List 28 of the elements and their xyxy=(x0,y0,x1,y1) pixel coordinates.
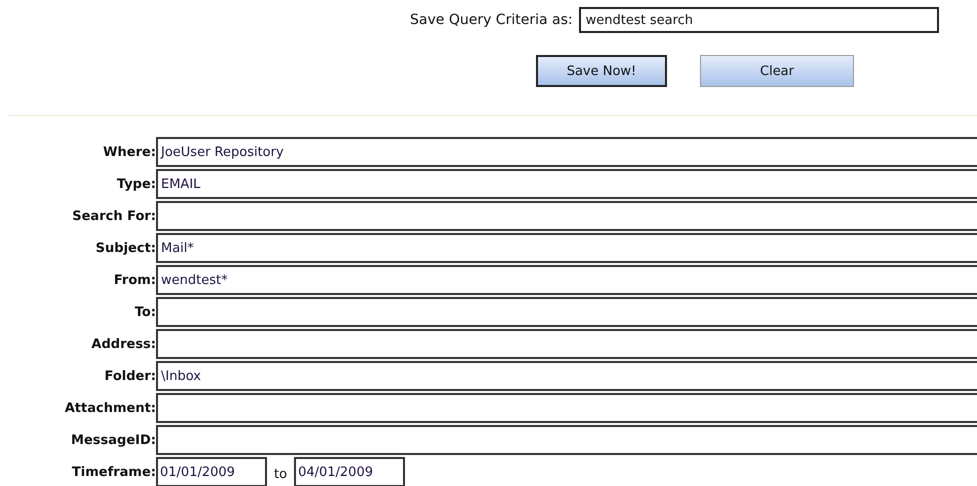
field-label: Attachment: xyxy=(64,400,156,416)
field-label: MessageID: xyxy=(70,432,156,448)
date-from-field[interactable]: 01/01/2009 xyxy=(156,457,267,486)
field-label: From: xyxy=(112,272,156,288)
query-name-field[interactable]: wendtest search xyxy=(578,7,939,33)
field-label: Search For: xyxy=(71,208,156,224)
criteria-field[interactable] xyxy=(156,297,977,327)
criteria-field[interactable] xyxy=(156,425,977,455)
field-label: Folder: xyxy=(104,368,156,384)
criteria-field[interactable]: Mail* xyxy=(156,233,977,263)
criteria-field[interactable] xyxy=(156,329,977,359)
save-now-button[interactable]: Save Now! xyxy=(536,55,667,87)
field-label: Address: xyxy=(90,336,156,352)
criteria-field[interactable]: JoeUser Repository xyxy=(156,137,977,167)
to-label: to xyxy=(273,466,288,482)
clear-button[interactable]: Clear xyxy=(700,55,854,87)
date-to-field[interactable]: 04/01/2009 xyxy=(294,457,406,486)
field-label: Timeframe: xyxy=(70,464,156,480)
criteria-field[interactable] xyxy=(156,393,977,423)
criteria-field[interactable]: EMAIL xyxy=(156,169,977,199)
criteria-field[interactable]: wendtest* xyxy=(156,265,977,295)
criteria-field[interactable] xyxy=(156,201,977,231)
field-label: Subject: xyxy=(94,240,156,256)
field-label: Where: xyxy=(102,144,156,160)
field-label: To: xyxy=(134,304,156,320)
save-query-label: Save Query Criteria as: xyxy=(410,12,573,28)
criteria-field[interactable]: \Inbox xyxy=(156,361,977,391)
field-label: Type: xyxy=(116,176,156,192)
